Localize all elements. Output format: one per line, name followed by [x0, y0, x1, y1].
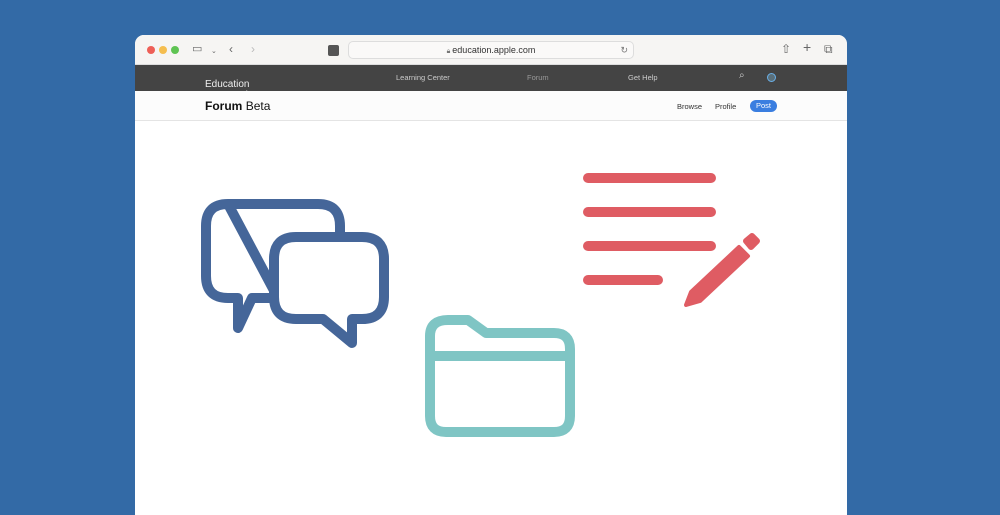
compose-note-icon	[583, 173, 760, 307]
chat-bubbles-icon	[201, 199, 389, 348]
illustration	[201, 173, 760, 437]
folder-icon	[425, 315, 575, 437]
